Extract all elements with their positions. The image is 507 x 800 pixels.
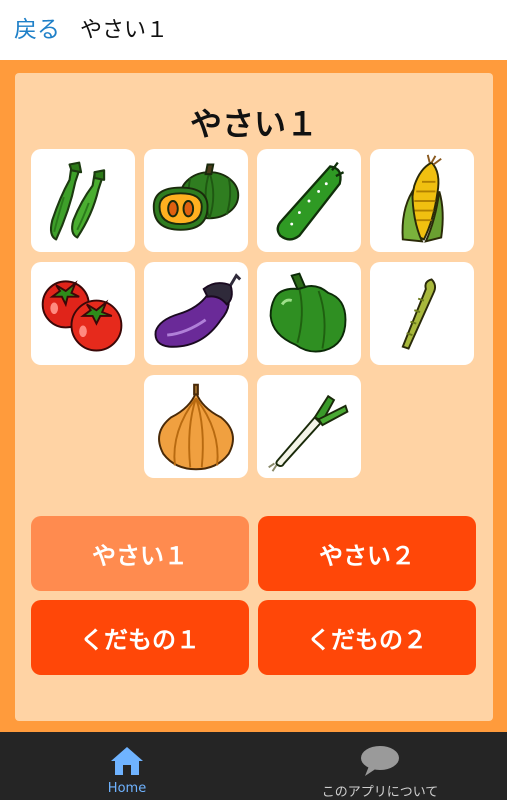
category-button-vegetables-1[interactable]: やさい１ xyxy=(31,516,249,591)
category-button-fruits-2[interactable]: くだもの２ xyxy=(258,600,476,675)
bottom-nav: Home このアプリについて xyxy=(0,732,507,800)
category-button-vegetables-2[interactable]: やさい２ xyxy=(258,516,476,591)
content-frame: やさい１ やさい１ やさい２ くだもの１ くだもの２ xyxy=(0,60,507,732)
vegetable-panel: やさい１ やさい１ やさい２ くだもの１ くだもの２ xyxy=(15,73,493,721)
nav-home-label: Home xyxy=(107,781,147,796)
home-icon xyxy=(109,744,145,778)
tile-cucumber[interactable] xyxy=(257,149,361,252)
tile-tomato[interactable] xyxy=(31,262,135,365)
tomato-icon xyxy=(41,279,123,351)
tile-pumpkin[interactable] xyxy=(144,149,248,252)
asparagus-icon xyxy=(401,277,437,350)
speech-bubble-icon xyxy=(359,744,401,778)
green-onion-icon xyxy=(268,394,349,472)
nav-about[interactable]: このアプリについて xyxy=(300,732,460,800)
nav-home[interactable]: Home xyxy=(96,732,158,800)
tile-okra[interactable] xyxy=(31,149,135,252)
tile-asparagus[interactable] xyxy=(370,262,474,365)
category-button-fruits-1[interactable]: くだもの１ xyxy=(31,600,249,675)
tile-green-onion[interactable] xyxy=(257,375,361,478)
tile-eggplant[interactable] xyxy=(144,262,248,365)
back-button[interactable]: 戻る xyxy=(14,10,60,44)
cucumber-icon xyxy=(276,161,345,241)
tile-onion[interactable] xyxy=(144,375,248,478)
tile-corn[interactable] xyxy=(370,149,474,252)
okra-icon xyxy=(49,161,106,240)
green-pepper-icon xyxy=(269,272,347,353)
tile-green-pepper[interactable] xyxy=(257,262,361,365)
eggplant-icon xyxy=(154,272,242,348)
corn-icon xyxy=(401,154,444,243)
panel-title: やさい１ xyxy=(189,105,318,143)
nav-about-label: このアプリについて xyxy=(321,785,439,800)
pumpkin-icon xyxy=(152,163,240,231)
app-header: 戻る やさい１ xyxy=(0,0,507,54)
page-title: やさい１ xyxy=(80,18,169,43)
onion-icon xyxy=(158,383,234,470)
